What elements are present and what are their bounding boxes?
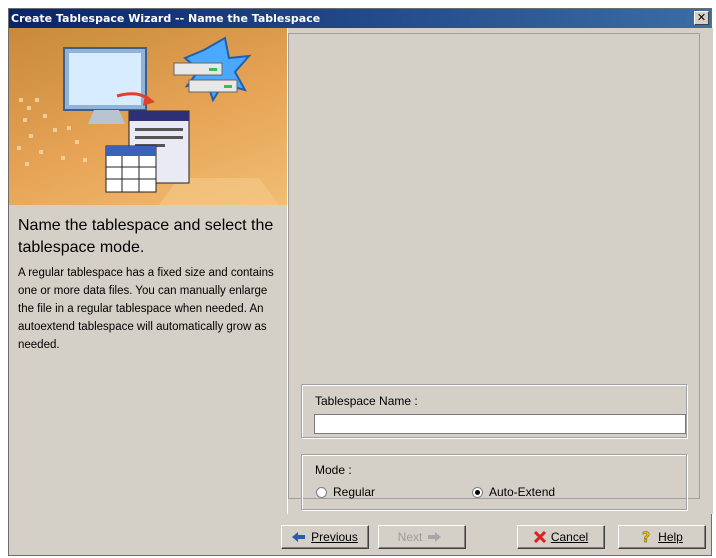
arrow-right-icon — [427, 532, 442, 542]
page-description: A regular tablespace has a fixed size an… — [18, 267, 274, 351]
mode-auto-extend-label: Auto-Extend — [489, 485, 556, 499]
mode-label: Mode : — [315, 463, 352, 477]
title-bar: Create Tablespace Wizard -- Name the Tab… — [9, 9, 711, 28]
question-mark-icon: ? — [641, 530, 653, 544]
radio-checked-icon — [472, 486, 483, 498]
tablespace-name-group: Tablespace Name : — [301, 384, 687, 438]
table-icon — [105, 145, 157, 193]
wizard-banner-image — [9, 28, 287, 205]
previous-button[interactable]: Previous — [281, 525, 369, 549]
tablespace-name-label: Tablespace Name : — [315, 394, 418, 408]
arrow-left-icon — [292, 532, 306, 542]
close-button[interactable]: ✕ — [694, 11, 709, 25]
next-button[interactable]: Next — [378, 525, 466, 549]
next-label: Next — [397, 530, 423, 544]
server-icon — [173, 36, 252, 103]
close-icon: ✕ — [696, 11, 707, 24]
right-panel: Tablespace Name : Mode : Regular Auto-Ex… — [287, 28, 713, 514]
previous-label: Previous — [311, 530, 358, 544]
left-panel: Name the tablespace and select the table… — [9, 205, 287, 555]
cancel-label: Cancel — [550, 530, 589, 544]
cancel-x-icon — [533, 531, 546, 543]
mode-group: Mode : Regular Auto-Extend — [301, 454, 687, 510]
window-title: Create Tablespace Wizard -- Name the Tab… — [11, 12, 321, 25]
radio-unchecked-icon — [316, 486, 327, 498]
mode-auto-extend-radio[interactable]: Auto-Extend — [472, 485, 555, 499]
mode-regular-label: Regular — [333, 485, 376, 499]
tablespace-name-input[interactable] — [314, 414, 686, 434]
page-heading: Name the tablespace and select the table… — [18, 217, 274, 256]
help-button[interactable]: ? Help — [618, 525, 706, 549]
mode-regular-radio[interactable]: Regular — [316, 485, 375, 499]
svg-text:?: ? — [642, 530, 650, 544]
wizard-window: Create Tablespace Wizard -- Name the Tab… — [8, 8, 713, 556]
cancel-button[interactable]: Cancel — [517, 525, 605, 549]
help-label: Help — [658, 530, 683, 544]
content-area: Tablespace Name : Mode : Regular Auto-Ex… — [288, 33, 700, 510]
